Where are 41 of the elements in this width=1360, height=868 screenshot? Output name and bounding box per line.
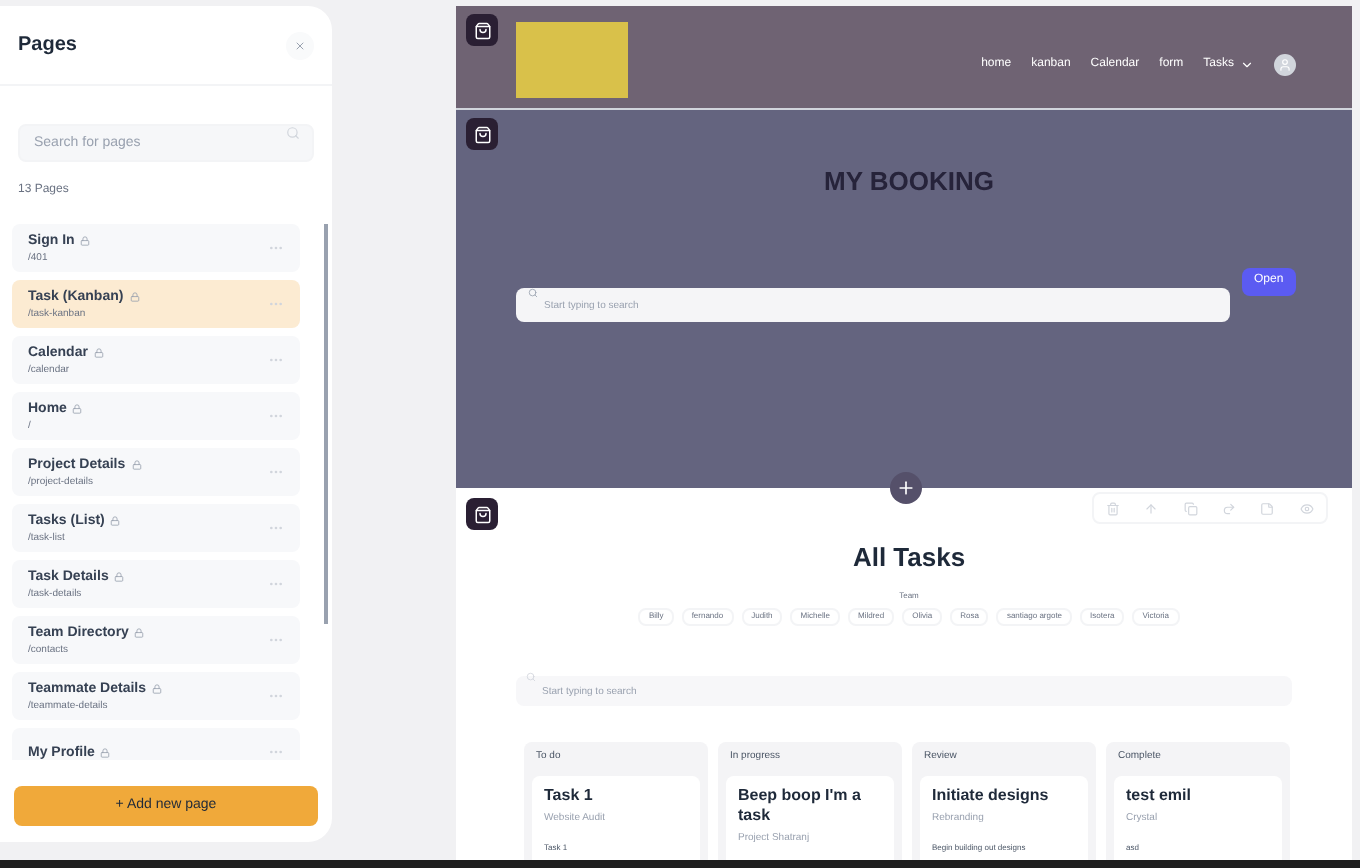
lock-icon bbox=[131, 459, 142, 469]
card-title: test emil bbox=[1126, 786, 1193, 806]
bag-icon bbox=[473, 125, 491, 143]
section-handle[interactable] bbox=[466, 118, 498, 150]
section-handle[interactable] bbox=[466, 498, 498, 530]
plus-icon bbox=[896, 478, 916, 498]
lock-icon bbox=[72, 403, 83, 413]
close-icon bbox=[294, 39, 306, 51]
note-icon[interactable] bbox=[1260, 501, 1275, 515]
card-title: Task 1 bbox=[544, 786, 595, 806]
avatar[interactable] bbox=[1274, 54, 1296, 76]
scrollbar[interactable] bbox=[324, 224, 328, 624]
tasks-title: All Tasks bbox=[852, 540, 966, 576]
redo-icon[interactable] bbox=[1222, 501, 1237, 515]
search-icon bbox=[528, 287, 538, 297]
chevron-icon bbox=[1240, 58, 1254, 72]
add-section-button[interactable] bbox=[890, 472, 922, 504]
photo-placeholder bbox=[516, 22, 628, 98]
user-icon bbox=[1278, 58, 1292, 72]
lock-icon bbox=[134, 627, 145, 637]
bag-icon bbox=[473, 505, 491, 523]
bag-icon bbox=[473, 21, 491, 39]
copy-icon[interactable] bbox=[1183, 501, 1198, 515]
card-title: Initiate designs bbox=[932, 786, 1051, 806]
trash-icon[interactable] bbox=[1106, 501, 1121, 515]
eye-icon[interactable] bbox=[1299, 501, 1314, 515]
arrow-up-icon[interactable] bbox=[1144, 501, 1159, 515]
lock-icon bbox=[93, 347, 104, 357]
close-button[interactable] bbox=[286, 31, 314, 59]
lock-icon bbox=[114, 571, 125, 581]
lock-icon bbox=[100, 747, 111, 757]
search-icon bbox=[286, 126, 300, 140]
lock-icon bbox=[80, 235, 91, 245]
lock-icon bbox=[110, 515, 121, 525]
search-icon bbox=[526, 671, 536, 681]
card-title: Beep boop I'm a task bbox=[738, 786, 863, 826]
booking-title: MY BOOKING bbox=[824, 164, 994, 200]
section-handle[interactable] bbox=[466, 14, 498, 46]
lock-icon bbox=[152, 683, 163, 693]
lock-icon bbox=[129, 291, 140, 301]
panel-title: Pages bbox=[18, 32, 77, 60]
